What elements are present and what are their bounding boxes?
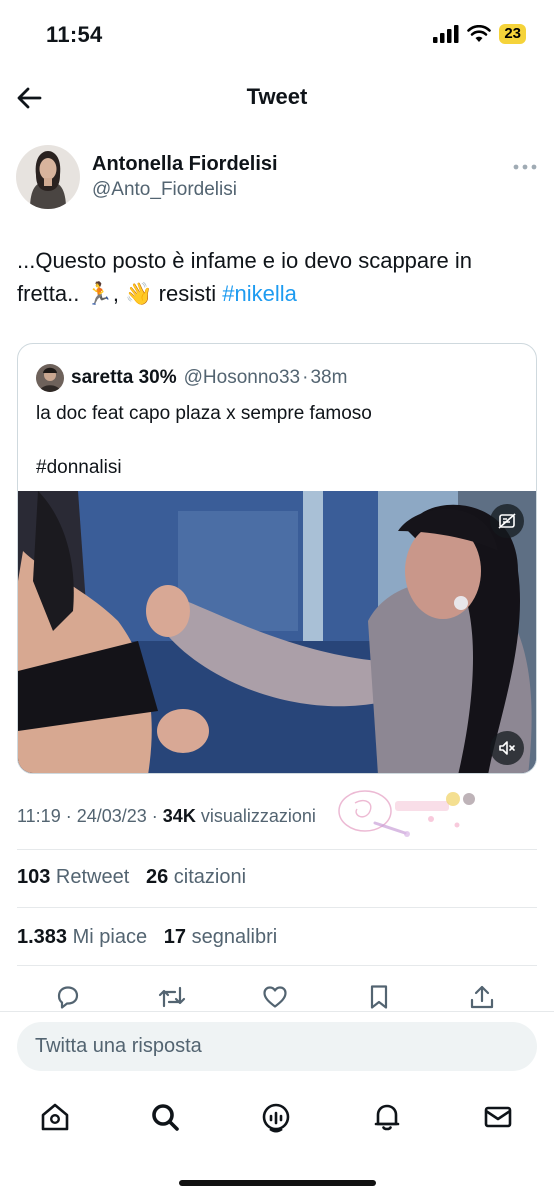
search-icon [152, 1104, 179, 1131]
share-icon [470, 985, 494, 1009]
tab-search[interactable] [148, 1100, 182, 1134]
status-time: 11:54 [46, 22, 103, 47]
video-frame [18, 491, 536, 773]
tweet-time: 11:19 [17, 806, 61, 826]
watermark-graphic [338, 790, 475, 837]
tweet-text-fragment: fretta.. [17, 281, 86, 306]
status-indicators: 23 [433, 24, 526, 44]
tweet-text-fragment: resisti [152, 281, 223, 306]
share-button[interactable] [465, 980, 499, 1014]
views-label[interactable]: visualizzazioni [196, 806, 316, 826]
avatar[interactable] [16, 145, 80, 209]
quote-author-handle: @Hosonno33 [183, 367, 301, 388]
quotes-count[interactable]: 26 [146, 866, 168, 888]
retweet-stats: 103 Retweet 26 citazioni [17, 866, 246, 889]
tweet-text-fragment: , [112, 281, 126, 306]
spaces-icon [262, 1103, 290, 1133]
wave-emoji: 👋 [125, 281, 153, 306]
separator: · [60, 806, 77, 826]
divider [17, 849, 537, 850]
more-dots-icon [513, 164, 537, 170]
quote-video[interactable] [18, 491, 536, 773]
separator: · [146, 806, 163, 826]
speaker-muted-icon [499, 741, 515, 755]
home-indicator [179, 1180, 376, 1186]
tweet-text-line: fretta.. 🏃, 👋 resisti #nikella [17, 277, 537, 310]
bookmarks-label[interactable]: segnalibri [186, 926, 278, 948]
retweets-count[interactable]: 103 [17, 866, 50, 888]
likes-label[interactable]: Mi piace [67, 926, 147, 948]
separator-dot: · [302, 367, 309, 388]
bell-icon [374, 1104, 400, 1131]
battery-indicator: 23 [499, 24, 526, 44]
tweet-date: 24/03/23 [76, 806, 147, 826]
tweet-actions [0, 980, 554, 1014]
author-handle[interactable]: @Anto_Fiordelisi [92, 179, 237, 201]
heart-icon [263, 986, 287, 1008]
like-stats: 1.383 Mi piace 17 segnalibri [17, 926, 277, 949]
quote-time: 38m [310, 367, 348, 388]
retweet-icon [158, 986, 186, 1008]
quote-header: saretta 30% @Hosonno33 · 38m [36, 364, 347, 392]
reply-button[interactable] [51, 980, 85, 1014]
retweet-button[interactable] [155, 980, 189, 1014]
tweet-author: Antonella Fiordelisi @Anto_Fiordelisi [16, 145, 538, 211]
tab-notifications[interactable] [370, 1100, 404, 1134]
tab-home[interactable] [38, 1100, 72, 1134]
captions-button[interactable] [490, 504, 524, 538]
signal-icon [433, 25, 459, 43]
author-name[interactable]: Antonella Fiordelisi [92, 153, 278, 176]
home-icon [41, 1103, 69, 1131]
mail-icon [484, 1106, 512, 1128]
divider [17, 965, 537, 966]
wifi-icon [467, 25, 492, 42]
divider [0, 1011, 554, 1012]
tweet-text: ...Questo posto è infame e io devo scapp… [17, 244, 537, 310]
quote-avatar [36, 364, 64, 392]
bookmarks-count[interactable]: 17 [164, 926, 186, 948]
reply-icon [57, 986, 79, 1009]
bookmark-button[interactable] [362, 980, 396, 1014]
quoted-tweet[interactable]: saretta 30% @Hosonno33 · 38m la doc feat c… [17, 343, 537, 774]
tab-messages[interactable] [481, 1100, 515, 1134]
bottom-tab-bar [0, 1090, 554, 1144]
tweet-text-line: ...Questo posto è infame e io devo scapp… [17, 248, 472, 273]
runner-emoji: 🏃 [85, 281, 113, 306]
quote-hashtag: #donnalisi [36, 457, 122, 478]
tweet-meta: 11:19 · 24/03/23 · 34K visualizzazioni [17, 806, 316, 827]
like-button[interactable] [258, 980, 292, 1014]
captions-off-icon [498, 513, 516, 529]
likes-count[interactable]: 1.383 [17, 926, 67, 948]
retweets-label[interactable]: Retweet [50, 866, 129, 888]
quotes-label[interactable]: citazioni [168, 866, 246, 888]
quote-text: la doc feat capo plaza x sempre famoso [36, 403, 372, 424]
quote-author-name: saretta 30% [71, 367, 177, 388]
more-button[interactable] [512, 159, 538, 170]
tab-spaces[interactable] [259, 1100, 293, 1134]
divider [17, 907, 537, 908]
views-count[interactable]: 34K [163, 806, 196, 826]
mute-button[interactable] [490, 731, 524, 765]
bookmark-icon [370, 985, 388, 1009]
hashtag-link[interactable]: #nikella [222, 281, 297, 306]
status-bar: 11:54 23 [0, 0, 554, 70]
page-title: Tweet [246, 84, 308, 109]
tweet-header: Tweet [0, 70, 554, 126]
reply-input[interactable]: Twitta una risposta [17, 1022, 537, 1071]
